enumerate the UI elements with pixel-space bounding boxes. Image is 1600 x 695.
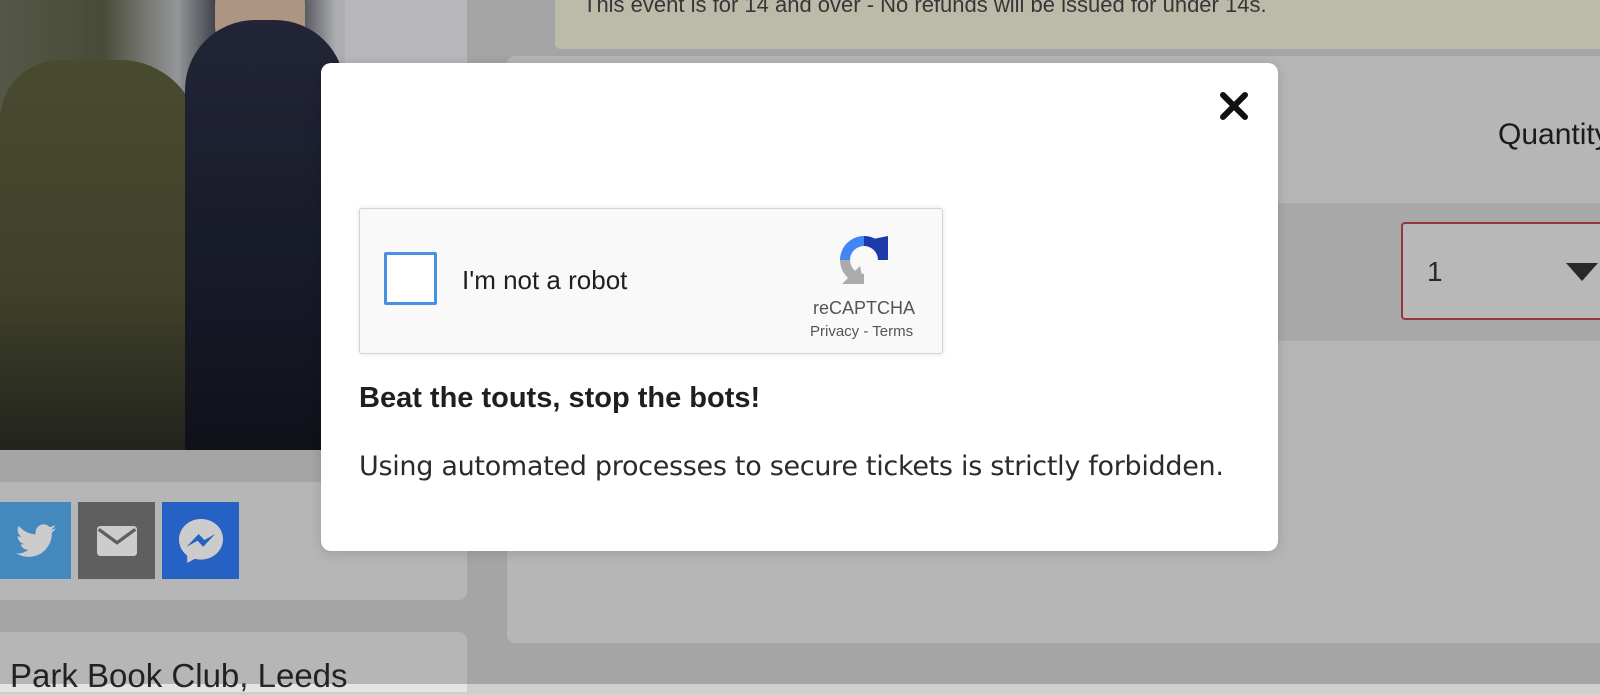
recaptcha-brand: reCAPTCHA: [813, 298, 916, 318]
modal-heading: Beat the touts, stop the bots!: [359, 382, 761, 414]
recaptcha-privacy-link[interactable]: Privacy: [810, 323, 859, 340]
recaptcha-link-separator: -: [863, 323, 869, 340]
modal-body-text: Using automated processes to secure tick…: [359, 451, 1224, 482]
recaptcha-links: Privacy - Terms: [810, 323, 913, 340]
recaptcha-logo-icon: [840, 236, 888, 284]
close-icon: [1220, 92, 1248, 120]
recaptcha-checkbox[interactable]: [384, 252, 437, 305]
recaptcha-label: I'm not a robot: [462, 265, 628, 295]
recaptcha-terms-link[interactable]: Terms: [872, 323, 913, 340]
close-button[interactable]: [1216, 88, 1252, 124]
